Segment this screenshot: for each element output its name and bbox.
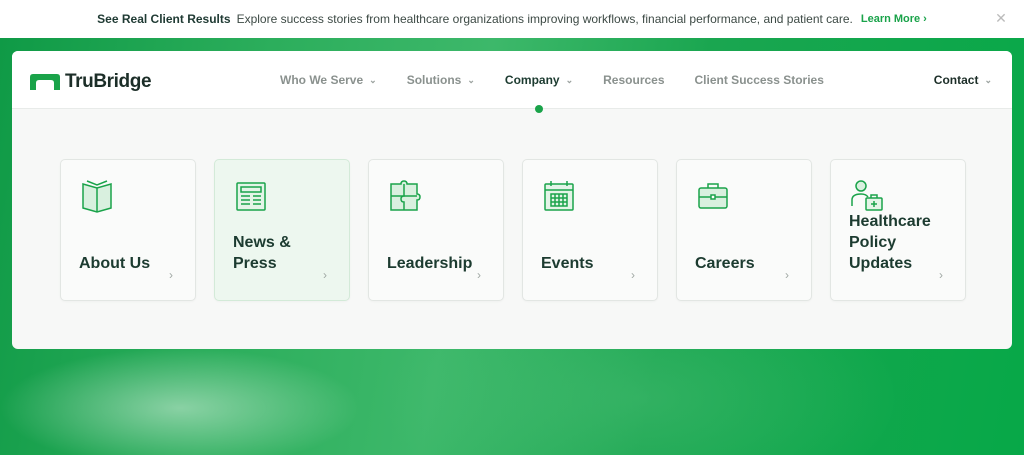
close-icon[interactable]: ✕ xyxy=(994,11,1008,25)
nav-solutions[interactable]: Solutions ⌄ xyxy=(407,51,475,109)
contact-label: Contact xyxy=(933,73,979,87)
learn-more-link[interactable]: Learn More › xyxy=(861,13,927,25)
card-leadership[interactable]: Leadership › xyxy=(368,159,504,301)
card-label: Healthcare Policy Updates xyxy=(849,213,931,272)
promo-title: See Real Client Results xyxy=(97,12,231,26)
mega-menu-panel: TruBridge Who We Serve ⌄ Solutions ⌄ Com… xyxy=(12,51,1012,349)
chevron-down-icon: ⌄ xyxy=(565,74,574,85)
chevron-right-icon: › xyxy=(477,268,481,282)
nav-label: Who We Serve xyxy=(280,73,364,87)
logo-text: TruBridge xyxy=(65,71,152,92)
briefcase-icon xyxy=(698,183,728,209)
card-healthcare-policy-updates[interactable]: Healthcare Policy Updates › xyxy=(830,159,966,301)
site-header: TruBridge Who We Serve ⌄ Solutions ⌄ Com… xyxy=(12,51,1012,113)
card-careers[interactable]: Careers › xyxy=(676,159,812,301)
learn-more-label: Learn More xyxy=(860,13,921,25)
promo-text: Explore success stories from healthcare … xyxy=(236,12,853,26)
card-label: Careers xyxy=(695,255,755,272)
chevron-right-icon: › xyxy=(631,268,635,282)
trubridge-logo[interactable]: TruBridge xyxy=(30,71,152,93)
calendar-icon xyxy=(544,181,574,211)
chevron-right-icon: › xyxy=(323,268,327,282)
card-label: About Us xyxy=(79,255,151,272)
nav-company[interactable]: Company ⌄ xyxy=(504,51,574,113)
card-events[interactable]: Events › xyxy=(522,159,658,301)
puzzle-icon xyxy=(390,180,421,211)
promo-banner: See Real Client Results Explore success … xyxy=(0,0,1024,38)
nav-label: Resources xyxy=(603,73,665,87)
nav-client-success-stories[interactable]: Client Success Stories xyxy=(695,51,824,109)
nav-label: Company xyxy=(504,73,560,87)
nav-resources[interactable]: Resources xyxy=(603,51,664,109)
card-about-us[interactable]: About Us › xyxy=(60,159,196,301)
chevron-right-icon: › xyxy=(169,268,173,282)
chevron-down-icon: ⌄ xyxy=(467,74,475,85)
chevron-right-icon: › xyxy=(785,268,789,282)
card-news-press[interactable]: News & Press › xyxy=(214,159,350,301)
chevron-down-icon: ⌄ xyxy=(984,74,992,85)
card-label: News & Press xyxy=(233,234,291,272)
card-label: Events xyxy=(541,255,594,272)
doctor-icon xyxy=(851,180,883,211)
company-cards: About Us › News & Press › Leadership › E… xyxy=(60,159,984,301)
nav-who-we-serve[interactable]: Who We Serve ⌄ xyxy=(280,51,377,109)
chevron-right-icon: › xyxy=(923,13,927,25)
chevron-right-icon: › xyxy=(939,268,943,282)
contact-menu[interactable]: Contact ⌄ xyxy=(934,51,992,109)
logo-mark-icon xyxy=(30,74,60,90)
active-indicator xyxy=(535,105,544,113)
nav-label: Solutions xyxy=(406,73,462,87)
main-nav: Who We Serve ⌄ Solutions ⌄ Company ⌄ Res… xyxy=(280,51,854,113)
book-icon xyxy=(82,180,112,213)
nav-label: Client Success Stories xyxy=(694,73,824,87)
newspaper-icon xyxy=(236,182,266,211)
card-label: Leadership xyxy=(387,255,473,272)
chevron-down-icon: ⌄ xyxy=(369,74,377,85)
